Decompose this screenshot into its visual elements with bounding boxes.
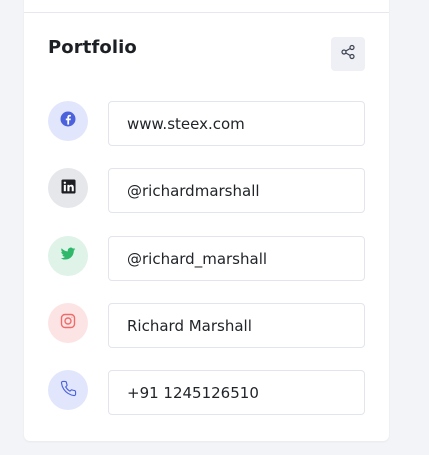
- facebook-avatar[interactable]: [48, 101, 88, 141]
- linkedin-value: @richardmarshall: [127, 181, 260, 200]
- portfolio-row-instagram: Richard Marshall: [48, 303, 365, 350]
- phone-value: +91 1245126510: [127, 383, 259, 402]
- divider: [24, 12, 389, 13]
- instagram-avatar[interactable]: [48, 303, 88, 343]
- portfolio-card: Portfolio www.steex.com @richardmarshall…: [24, 0, 389, 441]
- twitter-field[interactable]: @richard_marshall: [108, 236, 365, 281]
- twitter-icon: [60, 246, 76, 266]
- portfolio-row-linkedin: @richardmarshall: [48, 168, 365, 215]
- instagram-value: Richard Marshall: [127, 316, 252, 335]
- share-button[interactable]: [331, 37, 365, 71]
- linkedin-icon: [60, 178, 76, 198]
- facebook-value: www.steex.com: [127, 114, 245, 133]
- phone-avatar[interactable]: [48, 370, 88, 410]
- linkedin-field[interactable]: @richardmarshall: [108, 168, 365, 213]
- twitter-avatar[interactable]: [48, 236, 88, 276]
- portfolio-title: Portfolio: [48, 37, 137, 58]
- facebook-icon: [60, 111, 76, 131]
- share-icon: [340, 44, 356, 64]
- portfolio-row-twitter: @richard_marshall: [48, 236, 365, 283]
- twitter-value: @richard_marshall: [127, 249, 268, 268]
- instagram-field[interactable]: Richard Marshall: [108, 303, 365, 348]
- portfolio-row-facebook: www.steex.com: [48, 101, 365, 148]
- facebook-field[interactable]: www.steex.com: [108, 101, 365, 146]
- portfolio-row-phone: +91 1245126510: [48, 370, 365, 417]
- linkedin-avatar[interactable]: [48, 168, 88, 208]
- phone-field[interactable]: +91 1245126510: [108, 370, 365, 415]
- phone-icon: [60, 380, 77, 401]
- instagram-icon: [60, 313, 76, 333]
